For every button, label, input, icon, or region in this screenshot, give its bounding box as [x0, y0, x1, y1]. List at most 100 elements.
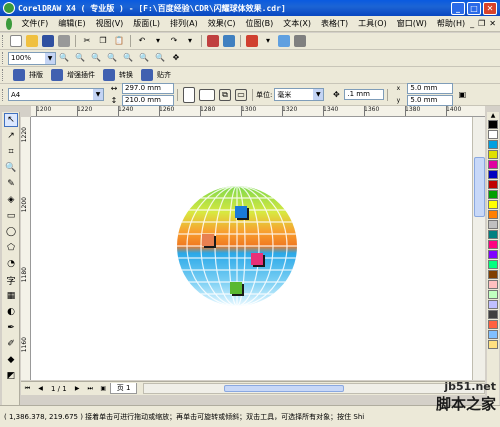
chevron-down-icon[interactable]: ▼ — [93, 89, 103, 100]
shape-tool-icon[interactable]: ↗ — [4, 129, 18, 143]
fill-tool-icon[interactable]: ◆ — [4, 353, 18, 367]
page-tab[interactable]: 页 1 — [109, 383, 138, 394]
color-swatch[interactable] — [488, 330, 498, 339]
color-swatch[interactable] — [488, 320, 498, 329]
menu-layout[interactable]: 版面(L) — [128, 18, 165, 29]
palette-scroll-up-icon[interactable]: ▲ — [487, 112, 499, 119]
freehand-tool-icon[interactable]: ✎ — [4, 177, 18, 191]
color-swatch[interactable] — [488, 220, 498, 229]
convert-button[interactable]: 转换 — [98, 69, 136, 81]
pick-tool-icon[interactable]: ↖ — [4, 113, 18, 127]
vertical-scrollbar[interactable] — [472, 117, 485, 380]
color-swatch[interactable] — [488, 340, 498, 349]
import-icon[interactable] — [207, 35, 219, 47]
color-swatch[interactable] — [488, 210, 498, 219]
prev-page-icon[interactable]: ◀ — [36, 384, 45, 393]
maximize-button[interactable]: □ — [467, 1, 481, 15]
horizontal-scroll-thumb[interactable] — [224, 385, 345, 392]
menu-window[interactable]: 窗口(W) — [392, 18, 432, 29]
zoom-in-icon[interactable]: 🔍 — [58, 52, 70, 64]
horizontal-ruler[interactable]: 1200 1220 1240 1260 1280 1300 1320 1340 … — [31, 106, 485, 117]
drawing-canvas[interactable] — [31, 117, 485, 380]
ellipse-tool-icon[interactable]: ◯ — [4, 225, 18, 239]
color-swatch[interactable] — [488, 310, 498, 319]
horizontal-scrollbar[interactable] — [143, 383, 485, 394]
color-swatch[interactable] — [488, 260, 498, 269]
menu-arrange[interactable]: 排列(A) — [165, 18, 203, 29]
eyedropper-tool-icon[interactable]: ✒ — [4, 321, 18, 335]
units-settings-icon[interactable]: ▣ — [456, 89, 468, 101]
table-tool-icon[interactable]: ▦ — [4, 289, 18, 303]
chevron-down-icon[interactable]: ▼ — [45, 52, 55, 64]
cut-icon[interactable]: ✂ — [81, 35, 93, 47]
outline-tool-icon[interactable]: ✐ — [4, 337, 18, 351]
toolbar-grip[interactable] — [2, 88, 5, 101]
zoom-all-icon[interactable]: 🔍 — [106, 52, 118, 64]
last-page-icon[interactable]: ⏭ — [86, 384, 95, 393]
stick-button[interactable]: 贴齐 — [136, 69, 174, 81]
options-icon[interactable] — [294, 35, 306, 47]
color-swatch[interactable] — [488, 240, 498, 249]
rectangle-tool-icon[interactable]: ▭ — [4, 209, 18, 223]
welcome-screen-icon[interactable] — [278, 35, 290, 47]
crop-tool-icon[interactable]: ⌗ — [4, 145, 18, 159]
menu-view[interactable]: 视图(V) — [91, 18, 129, 29]
zoom-selected-icon[interactable]: 🔍 — [90, 52, 102, 64]
color-swatch[interactable] — [488, 200, 498, 209]
first-page-icon[interactable]: ⏮ — [23, 384, 32, 393]
color-swatch[interactable] — [488, 230, 498, 239]
add-page-icon[interactable]: ▣ — [99, 384, 108, 393]
paper-size-combo[interactable]: A4 ▼ — [8, 88, 104, 101]
zoom-page-icon[interactable]: 🔍 — [122, 52, 134, 64]
document-icon[interactable] — [6, 17, 13, 30]
vertical-scroll-thumb[interactable] — [474, 157, 485, 217]
menu-table[interactable]: 表格(T) — [316, 18, 353, 29]
menu-edit[interactable]: 编辑(E) — [53, 18, 90, 29]
page-width-field[interactable]: 297.0 mm — [122, 83, 174, 94]
zoom-width-icon[interactable]: 🔍 — [138, 52, 150, 64]
color-swatch[interactable] — [488, 140, 498, 149]
typeset-button[interactable]: 排版 — [8, 69, 46, 81]
nudge-distance-field[interactable]: .1 mm — [344, 89, 385, 100]
landscape-icon[interactable] — [199, 88, 215, 101]
minimize-button[interactable]: _ — [451, 1, 465, 15]
enhance-plugin-button[interactable]: 增强插件 — [46, 69, 98, 81]
color-swatch[interactable] — [488, 130, 498, 139]
color-swatch[interactable] — [488, 150, 498, 159]
launcher-dropdown-icon[interactable]: ▾ — [262, 35, 274, 47]
zoom-level-combo[interactable]: 100% ▼ — [8, 51, 56, 65]
zoom-height-icon[interactable]: 🔍 — [154, 52, 166, 64]
text-tool-icon[interactable]: 字 — [4, 273, 18, 287]
export-icon[interactable] — [223, 35, 235, 47]
interactive-fill-tool-icon[interactable]: ◩ — [4, 369, 18, 383]
chevron-down-icon[interactable]: ▼ — [313, 89, 324, 100]
menu-effects[interactable]: 效果(C) — [203, 18, 241, 29]
pan-icon[interactable]: ✥ — [170, 52, 182, 64]
color-swatch[interactable] — [488, 120, 498, 129]
color-swatch[interactable] — [488, 160, 498, 169]
toolbar-grip[interactable] — [2, 52, 5, 64]
color-swatch[interactable] — [488, 180, 498, 189]
toolbar-grip[interactable] — [2, 35, 5, 47]
print-icon[interactable] — [58, 35, 70, 47]
menu-tools[interactable]: 工具(O) — [353, 18, 392, 29]
vertical-ruler[interactable]: 1220 1200 1180 1160 — [21, 117, 31, 380]
close-button[interactable]: ✕ — [483, 1, 497, 15]
color-swatch[interactable] — [488, 300, 498, 309]
toolbar-grip[interactable] — [2, 69, 5, 81]
undo-icon[interactable]: ↶ — [136, 35, 148, 47]
save-icon[interactable] — [42, 35, 54, 47]
doc-restore-icon[interactable]: ❐ — [478, 19, 485, 28]
redo-icon[interactable]: ↷ — [168, 35, 180, 47]
application-launcher-icon[interactable] — [246, 35, 258, 47]
polygon-tool-icon[interactable]: ⬠ — [4, 241, 18, 255]
zoom-tool-icon[interactable]: 🔍 — [4, 161, 18, 175]
page-height-field[interactable]: 210.0 mm — [122, 95, 174, 106]
duplicate-y-field[interactable]: 5.0 mm — [407, 95, 454, 106]
copy-icon[interactable]: ❐ — [97, 35, 109, 47]
portrait-icon[interactable] — [183, 86, 195, 103]
duplicate-x-field[interactable]: 5.0 mm — [407, 83, 454, 94]
color-swatch[interactable] — [488, 170, 498, 179]
doc-close-icon[interactable]: ✕ — [489, 19, 496, 28]
color-swatch[interactable] — [488, 190, 498, 199]
